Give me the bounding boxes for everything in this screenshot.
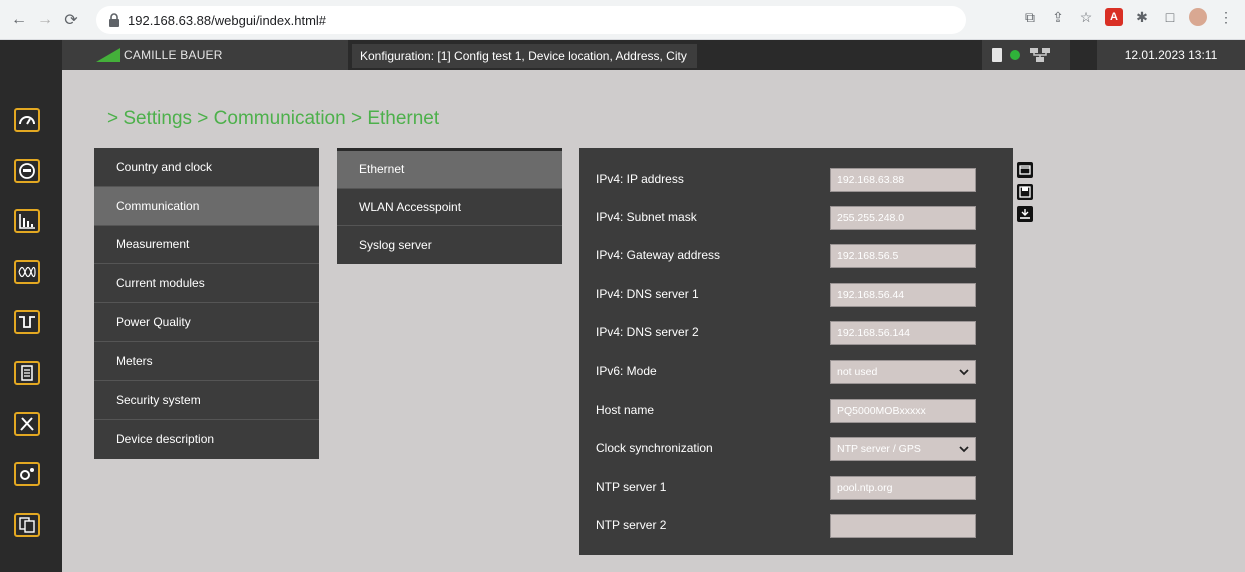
submenu-item-ethernet[interactable]: Ethernet <box>337 151 562 189</box>
extensions-puzzle-icon[interactable]: ✱ <box>1133 8 1151 26</box>
gateway-field[interactable]: 192.168.56.5 <box>830 244 976 268</box>
ntp-server-2-field[interactable] <box>830 514 976 538</box>
menu-item-current-modules[interactable]: Current modules <box>94 264 319 304</box>
field-label: IPv4: DNS server 2 <box>596 325 699 339</box>
meter-icon[interactable] <box>14 159 40 183</box>
form-row-ip-address: IPv4: IP address 192.168.63.88 <box>579 156 1013 194</box>
menu-item-label: Security system <box>116 392 201 407</box>
ipv6-mode-select[interactable]: not used <box>830 360 976 384</box>
network-icon <box>1028 47 1052 63</box>
form-row-subnet-mask: IPv4: Subnet mask 255.255.248.0 <box>579 194 1013 232</box>
field-label: IPv4: DNS server 1 <box>596 287 699 301</box>
submenu-item-label: Ethernet <box>359 162 405 177</box>
documents-icon[interactable] <box>14 513 40 537</box>
field-label: Clock synchronization <box>596 441 713 455</box>
menu-item-communication[interactable]: Communication <box>94 186 319 226</box>
app-header: CAMILLE BAUER Konfiguration: [1] Config … <box>0 40 1245 70</box>
brand-name: CAMILLE BAUER <box>124 48 223 62</box>
form-row-ntp2: NTP server 2 <box>579 502 1013 540</box>
download-icon[interactable] <box>1017 206 1033 222</box>
list-icon[interactable] <box>14 361 40 385</box>
form-row-clock-sync: Clock synchronization NTP server / GPS <box>579 425 1013 463</box>
status-ok-icon <box>1010 50 1020 60</box>
clock-sync-select[interactable]: NTP server / GPS <box>830 437 976 461</box>
ethernet-settings-panel: IPv4: IP address 192.168.63.88 IPv4: Sub… <box>579 148 1013 555</box>
menu-item-label: Power Quality <box>116 315 191 330</box>
form-row-host-name: Host name PQ5000MOBxxxxx <box>579 387 1013 425</box>
field-label: IPv4: Gateway address <box>596 248 721 262</box>
menu-item-measurement[interactable]: Measurement <box>94 226 319 265</box>
menu-item-label: Measurement <box>116 237 190 252</box>
chevron-down-icon <box>959 446 969 453</box>
address-bar[interactable]: 192.168.63.88/webgui/index.html# <box>96 6 966 34</box>
form-row-dns2: IPv4: DNS server 2 192.168.56.144 <box>579 309 1013 347</box>
browser-toolbar: ← → ⟳ 192.168.63.88/webgui/index.html# ⧉… <box>0 0 1245 40</box>
waveform-icon[interactable] <box>14 260 40 284</box>
profile-avatar[interactable] <box>1189 8 1207 26</box>
submenu-item-label: WLAN Accesspoint <box>359 199 462 214</box>
submenu-item-wlan[interactable]: WLAN Accesspoint <box>337 189 562 227</box>
select-value: not used <box>837 366 878 378</box>
sd-card-icon <box>992 48 1002 62</box>
date-time: 12.01.2023 13:11 <box>1097 40 1245 70</box>
field-label: IPv6: Mode <box>596 364 657 378</box>
tools-icon[interactable] <box>14 412 40 436</box>
settings-menu: Country and clock Communication Measurem… <box>94 148 319 459</box>
form-row-dns1: IPv4: DNS server 1 192.168.56.44 <box>579 271 1013 309</box>
url-text: 192.168.63.88/webgui/index.html# <box>128 12 327 28</box>
form-row-gateway: IPv4: Gateway address 192.168.56.5 <box>579 232 1013 270</box>
menu-item-country-clock[interactable]: Country and clock <box>94 148 319 187</box>
subnet-mask-field[interactable]: 255.255.248.0 <box>830 206 976 230</box>
settings-gear-icon[interactable] <box>14 462 40 486</box>
host-name-field[interactable]: PQ5000MOBxxxxx <box>830 399 976 423</box>
pdf-extension-icon[interactable]: A <box>1105 8 1123 26</box>
menu-item-label: Meters <box>116 353 153 368</box>
submenu-item-syslog[interactable]: Syslog server <box>337 226 562 264</box>
open-folder-icon[interactable] <box>1017 162 1033 178</box>
menu-item-label: Current modules <box>116 276 205 291</box>
device-status <box>982 40 1070 70</box>
side-panel-icon[interactable]: □ <box>1161 8 1179 26</box>
ntp-server-1-field[interactable]: pool.ntp.org <box>830 476 976 500</box>
share-icon[interactable]: ⇪ <box>1049 8 1067 26</box>
bar-chart-icon[interactable] <box>14 209 40 233</box>
ip-address-field[interactable]: 192.168.63.88 <box>830 168 976 192</box>
main-navigation-rail <box>0 70 62 572</box>
browser-menu-icon[interactable]: ⋮ <box>1217 8 1235 26</box>
dns-server-1-field[interactable]: 192.168.56.44 <box>830 283 976 307</box>
menu-item-label: Communication <box>116 198 200 213</box>
menu-item-power-quality[interactable]: Power Quality <box>94 303 319 342</box>
communication-submenu: Ethernet WLAN Accesspoint Syslog server <box>337 148 562 264</box>
field-label: IPv4: IP address <box>596 172 684 186</box>
reload-icon[interactable]: ⟳ <box>60 9 82 31</box>
menu-item-meters[interactable]: Meters <box>94 342 319 381</box>
chevron-down-icon <box>959 369 969 376</box>
field-label: IPv4: Subnet mask <box>596 210 697 224</box>
submenu-item-label: Syslog server <box>359 237 432 252</box>
config-title: Konfiguration: [1] Config test 1, Device… <box>352 44 697 68</box>
gauge-icon[interactable] <box>14 108 40 132</box>
logo-mark-icon <box>96 48 120 62</box>
select-value: NTP server / GPS <box>837 443 921 455</box>
brand-logo: CAMILLE BAUER <box>62 40 348 70</box>
field-label: Host name <box>596 403 655 417</box>
field-label: NTP server 2 <box>596 518 667 532</box>
field-label: NTP server 1 <box>596 480 667 494</box>
forward-icon[interactable]: → <box>34 9 56 31</box>
panel-actions <box>1017 162 1033 222</box>
lock-icon <box>108 13 120 27</box>
save-icon[interactable] <box>1017 184 1033 200</box>
back-icon[interactable]: ← <box>8 9 30 31</box>
menu-item-device-description[interactable]: Device description <box>94 420 319 459</box>
translate-icon[interactable]: ⧉ <box>1021 8 1039 26</box>
breadcrumb: > Settings > Communication > Ethernet <box>107 108 440 129</box>
menu-item-label: Country and clock <box>116 159 213 174</box>
menu-item-security-system[interactable]: Security system <box>94 381 319 420</box>
pulse-icon[interactable] <box>14 310 40 334</box>
form-row-ipv6-mode: IPv6: Mode not used <box>579 348 1013 386</box>
dns-server-2-field[interactable]: 192.168.56.144 <box>830 321 976 345</box>
menu-item-label: Device description <box>116 431 215 446</box>
bookmark-star-icon[interactable]: ☆ <box>1077 8 1095 26</box>
form-row-ntp1: NTP server 1 pool.ntp.org <box>579 464 1013 502</box>
